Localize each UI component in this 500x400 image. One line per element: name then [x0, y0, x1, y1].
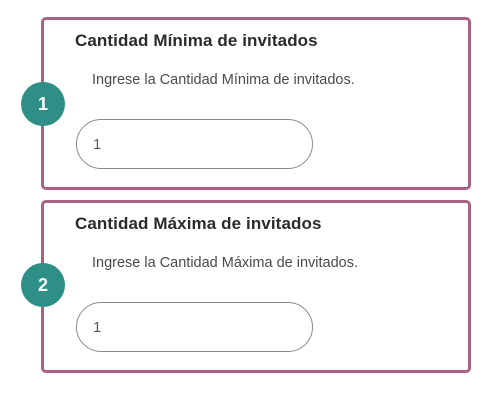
min-guests-label: Cantidad Mínima de invitados	[75, 31, 318, 50]
step-2-badge: 2	[21, 263, 65, 307]
step-1-badge: 1	[21, 82, 65, 126]
max-guests-help-text: Ingrese la Cantidad Máxima de invitados.	[92, 255, 358, 271]
min-guests-input[interactable]	[76, 119, 313, 169]
max-guests-card: Cantidad Máxima de invitados Ingrese la …	[41, 200, 471, 373]
min-guests-card: Cantidad Mínima de invitados Ingrese la …	[41, 17, 471, 190]
min-guests-help-text: Ingrese la Cantidad Mínima de invitados.	[92, 72, 355, 88]
max-guests-input[interactable]	[76, 302, 313, 352]
guest-count-form: Cantidad Mínima de invitados Ingrese la …	[0, 0, 500, 400]
max-guests-label: Cantidad Máxima de invitados	[75, 214, 322, 233]
